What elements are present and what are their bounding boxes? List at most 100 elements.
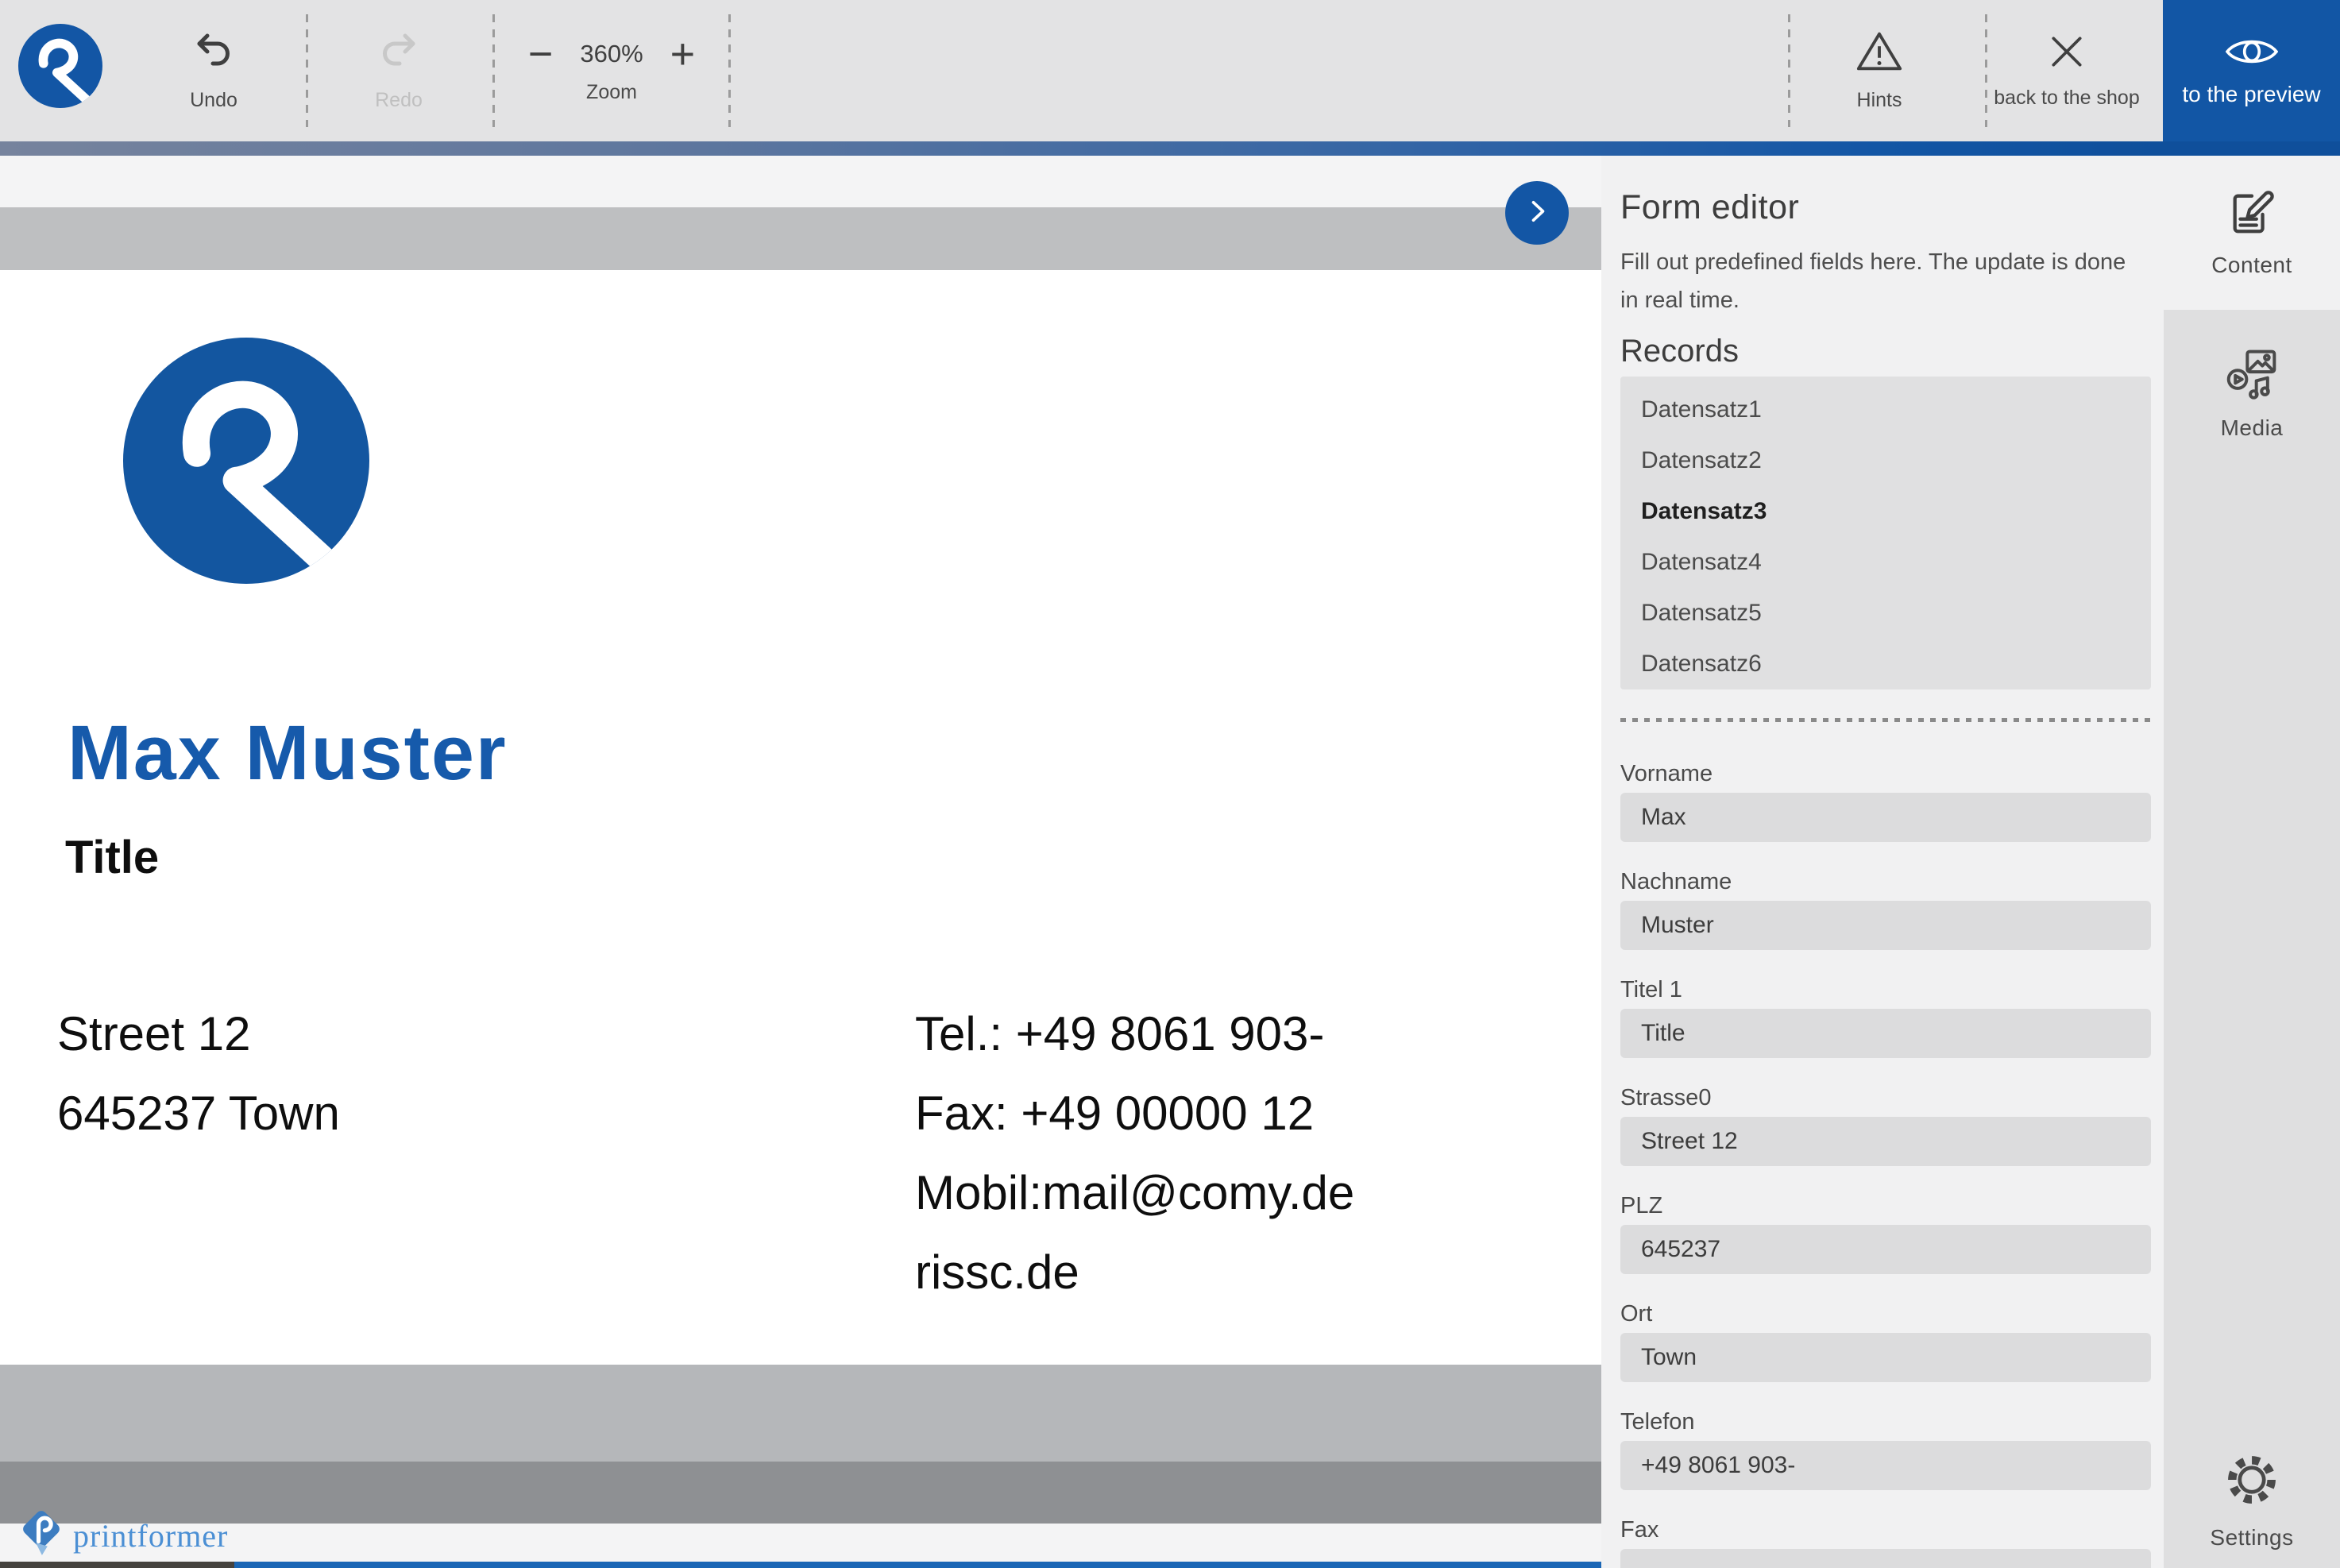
back-to-shop-label: back to the shop <box>1994 87 2140 109</box>
back-to-shop-button[interactable]: back to the shop <box>1977 0 2157 141</box>
form-editor-panel: Form editor Fill out predefined fields h… <box>1601 156 2164 1568</box>
zoom-control: − 360% + Zoom <box>500 0 723 141</box>
card-contact-line: Fax: +49 00000 12 <box>915 1087 1315 1140</box>
redo-icon <box>376 29 421 78</box>
field-telefon: Telefon <box>1620 1408 2151 1490</box>
warning-triangle-icon <box>1855 29 1904 78</box>
field-fax: Fax <box>1620 1516 2151 1568</box>
card-logo-icon <box>123 338 369 584</box>
canvas-bottom-light-bar <box>0 1365 1601 1462</box>
printformer-editor: Undo Redo − 360% + Zoom Hints back to th… <box>0 0 2340 1568</box>
card-address-line: 645237 Town <box>57 1087 340 1140</box>
tab-content[interactable]: Content <box>2164 156 2340 310</box>
zoom-label: Zoom <box>586 80 637 103</box>
dashed-divider <box>1620 718 2151 722</box>
toolbar-separator <box>1788 14 1790 127</box>
canvas-bottom-dark-bar <box>0 1462 1601 1524</box>
to-the-preview-label: to the preview <box>2182 81 2321 106</box>
record-item-datensatz4[interactable]: Datensatz4 <box>1620 537 2151 588</box>
toolbar-separator <box>306 14 308 127</box>
redo-label: Redo <box>375 89 423 111</box>
horizontal-scrollbar <box>0 1562 1601 1568</box>
field-vorname-input[interactable] <box>1620 793 2151 842</box>
field-fax-label: Fax <box>1620 1517 1659 1543</box>
field-ort: Ort <box>1620 1300 2151 1382</box>
field-nachname: Nachname <box>1620 867 2151 950</box>
zoom-value: 360% <box>580 39 643 68</box>
tab-media[interactable]: Media <box>2164 310 2340 441</box>
tab-settings-label: Settings <box>2210 1525 2294 1550</box>
field-strasse0: Strasse0 <box>1620 1083 2151 1166</box>
design-canvas: Max Muster Title Street 12 645237 Town T… <box>0 156 1601 1568</box>
records-heading: Records <box>1620 334 1739 369</box>
records-list: Datensatz1 Datensatz2 Datensatz3 Datensa… <box>1620 377 2151 689</box>
field-telefon-input[interactable] <box>1620 1441 2151 1490</box>
record-item-datensatz3-selected[interactable]: Datensatz3 <box>1620 486 2151 537</box>
field-ort-label: Ort <box>1620 1301 1653 1327</box>
card-contact-line: rissc.de <box>915 1246 1079 1299</box>
field-vorname: Vorname <box>1620 759 2151 842</box>
field-telefon-label: Telefon <box>1620 1409 1695 1435</box>
zoom-out-button[interactable]: − <box>528 33 554 75</box>
field-strasse0-label: Strasse0 <box>1620 1085 1712 1110</box>
tab-media-label: Media <box>2220 415 2284 440</box>
collapse-panel-button[interactable] <box>1505 181 1569 245</box>
card-address-line: Street 12 <box>57 1007 251 1060</box>
scrollbar-track-segment <box>0 1562 234 1568</box>
record-item-datensatz6[interactable]: Datensatz6 <box>1620 639 2151 689</box>
field-titel1-label: Titel 1 <box>1620 977 1682 1002</box>
media-icon <box>2225 346 2279 404</box>
right-tab-rail: Content Media Settings <box>2164 156 2340 1568</box>
scrollbar-thumb[interactable] <box>234 1562 1601 1568</box>
hints-label: Hints <box>1856 89 1902 111</box>
business-card-preview: Max Muster Title Street 12 645237 Town T… <box>0 270 1601 1365</box>
record-item-datensatz2[interactable]: Datensatz2 <box>1620 435 2151 486</box>
field-strasse0-input[interactable] <box>1620 1117 2151 1166</box>
canvas-top-gray-bar <box>0 207 1601 270</box>
toolbar-accent-bar <box>0 141 2340 156</box>
record-item-datensatz1[interactable]: Datensatz1 <box>1620 384 2151 435</box>
undo-button[interactable]: Undo <box>142 0 285 141</box>
toolbar-separator <box>492 14 495 127</box>
undo-icon <box>191 29 236 78</box>
form-fields: Vorname Nachname Titel 1 Strasse0 PLZ Or… <box>1620 759 2151 1568</box>
card-contact-line: Mobil:mail@comy.de <box>915 1166 1355 1219</box>
tab-content-label: Content <box>2211 252 2292 277</box>
rail-spacer <box>2164 441 2340 1450</box>
toolbar-separator <box>728 14 731 127</box>
field-fax-input[interactable] <box>1620 1549 2151 1568</box>
panel-description: Fill out predefined fields here. The upd… <box>1620 249 2126 313</box>
close-icon <box>2047 32 2087 75</box>
record-item-datensatz5[interactable]: Datensatz5 <box>1620 588 2151 639</box>
eye-icon <box>2225 35 2278 72</box>
card-address-block: Street 12 645237 Town <box>57 994 340 1153</box>
redo-button[interactable]: Redo <box>327 0 470 141</box>
top-toolbar: Undo Redo − 360% + Zoom Hints back to th… <box>0 0 2340 141</box>
card-name-text: Max Muster <box>68 709 508 796</box>
panel-title: Form editor <box>1620 188 1800 226</box>
to-the-preview-button[interactable]: to the preview <box>2163 0 2340 141</box>
printformer-logo-icon <box>21 1508 62 1563</box>
field-titel1-input[interactable] <box>1620 1009 2151 1058</box>
app-logo-icon <box>18 24 102 111</box>
field-nachname-label: Nachname <box>1620 869 1732 894</box>
card-title-text: Title <box>65 832 160 883</box>
printformer-brand: printformer <box>21 1508 229 1563</box>
field-vorname-label: Vorname <box>1620 761 1713 786</box>
zoom-in-button[interactable]: + <box>670 33 696 75</box>
field-ort-input[interactable] <box>1620 1333 2151 1382</box>
field-plz-input[interactable] <box>1620 1225 2151 1274</box>
field-plz: PLZ <box>1620 1191 2151 1274</box>
app-logo[interactable] <box>18 24 102 108</box>
field-nachname-input[interactable] <box>1620 901 2151 950</box>
tab-settings[interactable]: Settings <box>2164 1450 2340 1568</box>
card-contact-block: Tel.: +49 8061 903- Fax: +49 00000 12 Mo… <box>915 994 1354 1312</box>
field-plz-label: PLZ <box>1620 1193 1663 1218</box>
field-titel1: Titel 1 <box>1620 975 2151 1058</box>
settings-gear-icon <box>2222 1450 2282 1514</box>
hints-button[interactable]: Hints <box>1808 0 1951 141</box>
content-icon <box>2227 188 2276 241</box>
printformer-wordmark: printformer <box>73 1517 229 1554</box>
card-contact-line: Tel.: +49 8061 903- <box>915 1007 1325 1060</box>
chevron-right-icon <box>1523 197 1551 230</box>
